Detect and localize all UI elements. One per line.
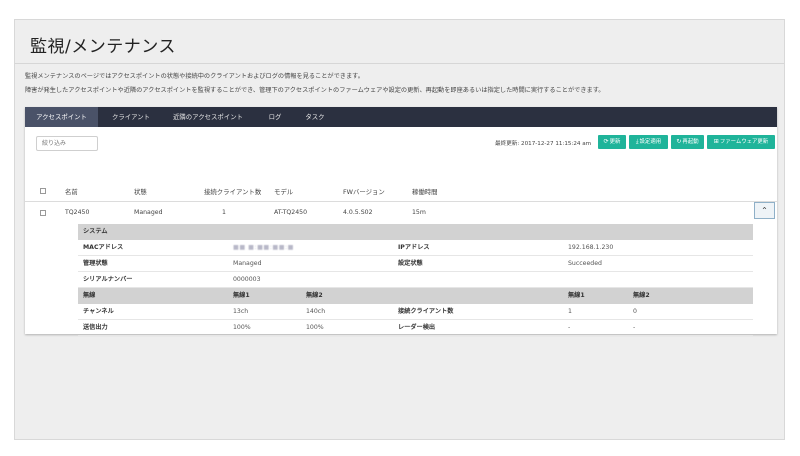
access-point-panel: アクセスポイント クライアント 近隣のアクセスポイント ログ タスク 最終更新:…: [25, 107, 777, 336]
config-value: Succeeded: [568, 260, 602, 267]
select-all-checkbox[interactable]: [40, 188, 46, 194]
filter-input[interactable]: [36, 136, 98, 151]
cell-uptime: 15m: [412, 209, 426, 216]
system-section-header: システム: [78, 224, 753, 240]
header-fw-version[interactable]: FWバージョン: [343, 187, 385, 196]
radio-section-header: 無線 無線1 無線2 無線1 無線2: [78, 288, 753, 304]
tab-tasks[interactable]: タスク: [297, 107, 333, 127]
cell-name: TQ2450: [65, 209, 90, 216]
detail-row-mgmt: 管理状態 Managed 設定状態 Succeeded: [78, 256, 753, 272]
mgmt-value: Managed: [233, 260, 262, 267]
last-updated-text: 最終更新: 2017-12-27 11:15:24 am: [495, 141, 592, 147]
apply-settings-icon: ⤓: [635, 138, 639, 145]
row-checkbox[interactable]: [40, 210, 46, 216]
detail-row-channel: チャンネル 13ch 140ch 接続クライアント数 1 0: [78, 304, 753, 320]
cell-model: AT-TQ2450: [274, 209, 308, 216]
restart-icon: ↻: [676, 138, 682, 145]
serial-value: 0000003: [233, 276, 261, 283]
detail-row-serial: シリアルナンバー 0000003: [78, 272, 753, 288]
cell-clients: 1: [222, 209, 226, 216]
header-model[interactable]: モデル: [274, 187, 293, 196]
header-uptime[interactable]: 稼働時間: [412, 187, 438, 196]
detail-row-mac: MACアドレス ■■ ■:■■:■■:■ IPアドレス 192.168.1.23…: [78, 240, 753, 256]
page-title: 監視/メンテナンス: [30, 37, 176, 57]
header-clients[interactable]: 接続クライアント数: [204, 187, 261, 196]
restart-button[interactable]: ↻再起動: [671, 135, 704, 149]
collapse-row-button[interactable]: ⌃: [754, 202, 775, 219]
page-description-2: 障害が発生したアクセスポイントや近隣のアクセスポイントを監視することができ、管理…: [25, 87, 605, 94]
header-divider: [25, 201, 777, 202]
header-status[interactable]: 状態: [134, 187, 147, 196]
ip-value: 192.168.1.230: [568, 244, 614, 251]
apply-settings-button[interactable]: ⤓設定適用: [629, 135, 668, 149]
cell-status: Managed: [134, 209, 163, 216]
firmware-update-button[interactable]: ⊞ファームウェア更新: [707, 135, 775, 149]
firmware-icon: ⊞: [713, 138, 719, 145]
header-name[interactable]: 名前: [65, 187, 78, 196]
title-bar: 監視/メンテナンス: [15, 20, 784, 64]
tab-access-points[interactable]: アクセスポイント: [25, 107, 98, 127]
chevron-up-icon: ⌃: [761, 206, 768, 215]
tab-clients[interactable]: クライアント: [105, 107, 157, 127]
tab-log[interactable]: ログ: [261, 107, 289, 127]
cell-fw: 4.0.5.S02: [343, 209, 373, 216]
page-description: 監視メンテナンスのページではアクセスポイントの状態や接続中のクライアントおよびロ…: [25, 73, 364, 80]
app-frame: 監視/メンテナンス 監視メンテナンスのページではアクセスポイントの状態や接続中の…: [14, 19, 785, 440]
mac-value: ■■ ■:■■:■■:■: [233, 244, 294, 251]
tab-bar: アクセスポイント クライアント 近隣のアクセスポイント ログ タスク: [25, 107, 777, 127]
detail-row-power: 送信出力 100% 100% レーダー検出 - -: [78, 320, 753, 336]
refresh-icon: ⟳: [603, 138, 609, 145]
refresh-button[interactable]: ⟳更新: [598, 135, 626, 149]
tab-neighbor-aps[interactable]: 近隣のアクセスポイント: [168, 107, 248, 127]
